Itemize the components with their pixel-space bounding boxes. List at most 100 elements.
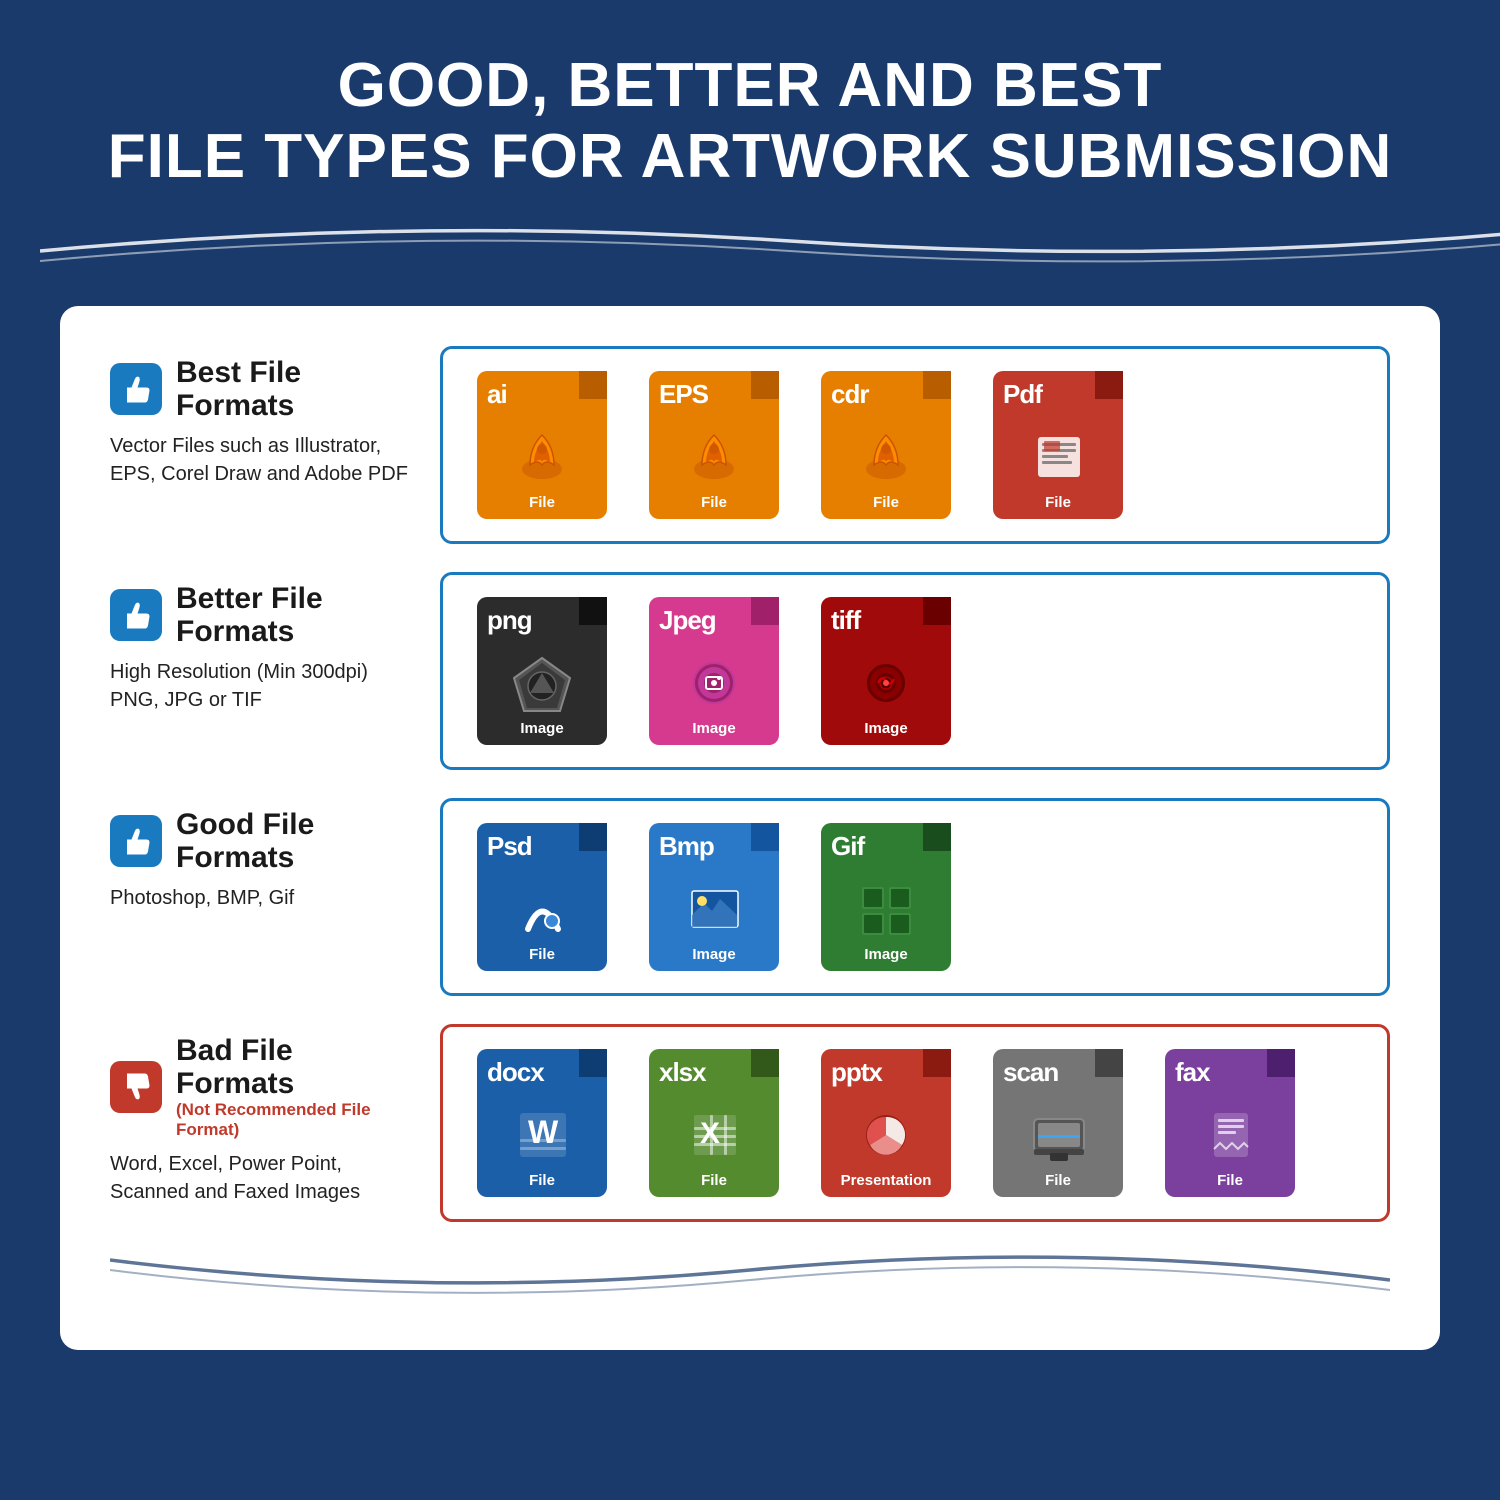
file-docx-shape: docx W File — [477, 1049, 607, 1197]
section-bad-label: Bad File Formats (Not Recommended File F… — [110, 1024, 440, 1222]
file-png-label: Image — [520, 720, 563, 737]
file-docx-label: File — [529, 1172, 555, 1189]
section-bad-titles: Bad File Formats (Not Recommended File F… — [176, 1034, 410, 1140]
section-good: Good File Formats Photoshop, BMP, Gif Ps… — [110, 798, 1390, 996]
file-scan-label: File — [1045, 1172, 1071, 1189]
file-cdr-label: File — [873, 494, 899, 511]
file-docx: docx W File — [467, 1049, 617, 1197]
file-docx-graphic: W — [507, 1103, 577, 1168]
file-cdr: cdr File — [811, 371, 961, 519]
file-psd-label: File — [529, 946, 555, 963]
file-tiff-ext: tiff — [831, 605, 860, 636]
file-xlsx-label: File — [701, 1172, 727, 1189]
section-better-label: Better File Formats High Resolution (Min… — [110, 572, 440, 770]
file-jpeg-shape: Jpeg Image — [649, 597, 779, 745]
file-jpeg-graphic — [679, 651, 749, 716]
section-good-desc: Photoshop, BMP, Gif — [110, 884, 410, 912]
file-pptx-graphic — [851, 1103, 921, 1168]
section-good-label: Good File Formats Photoshop, BMP, Gif — [110, 798, 440, 996]
file-jpeg: Jpeg Image — [639, 597, 789, 745]
section-bad: Bad File Formats (Not Recommended File F… — [110, 1024, 1390, 1222]
file-fax-shape: fax File — [1165, 1049, 1295, 1197]
file-ai-label: File — [529, 494, 555, 511]
file-fax-ext: fax — [1175, 1057, 1210, 1088]
file-pdf: Pdf File — [983, 371, 1133, 519]
section-good-title-row: Good File Formats — [110, 808, 410, 874]
file-fax: fax File — [1155, 1049, 1305, 1197]
file-psd: Psd File — [467, 823, 617, 971]
section-best-desc: Vector Files such as Illustrator,EPS, Co… — [110, 432, 410, 488]
file-png: png Image — [467, 597, 617, 745]
file-ai: ai File — [467, 371, 617, 519]
section-best: Best File Formats Vector Files such as I… — [110, 346, 1390, 544]
file-cdr-ext: cdr — [831, 379, 868, 410]
file-eps-graphic — [679, 425, 749, 490]
section-best-label: Best File Formats Vector Files such as I… — [110, 346, 440, 544]
file-fax-graphic — [1195, 1103, 1265, 1168]
file-png-graphic — [507, 651, 577, 716]
section-better-title-row: Better File Formats — [110, 582, 410, 648]
file-cdr-graphic — [851, 425, 921, 490]
file-pdf-shape: Pdf File — [993, 371, 1123, 519]
section-better: Better File Formats High Resolution (Min… — [110, 572, 1390, 770]
section-best-files: ai File — [440, 346, 1390, 544]
file-gif: Gif — [811, 823, 961, 971]
file-png-ext: png — [487, 605, 532, 636]
file-pptx-label: Presentation — [841, 1172, 932, 1189]
section-bad-subtitle: (Not Recommended File Format) — [176, 1100, 371, 1139]
file-tiff-label: Image — [864, 720, 907, 737]
file-pptx-ext: pptx — [831, 1057, 882, 1088]
file-eps: EPS File — [639, 371, 789, 519]
file-ai-ext: ai — [487, 379, 507, 410]
section-better-title: Better File Formats — [176, 582, 410, 648]
file-bmp-label: Image — [692, 946, 735, 963]
file-scan-ext: scan — [1003, 1057, 1058, 1088]
file-jpeg-ext: Jpeg — [659, 605, 716, 636]
file-pptx: pptx Presentation — [811, 1049, 961, 1197]
file-ai-graphic — [507, 425, 577, 490]
file-psd-graphic — [507, 877, 577, 942]
file-scan-graphic — [1023, 1103, 1093, 1168]
file-eps-label: File — [701, 494, 727, 511]
section-best-title: Best File Formats — [176, 356, 410, 422]
file-cdr-shape: cdr File — [821, 371, 951, 519]
file-eps-shape: EPS File — [649, 371, 779, 519]
thumbs-up-svg-good — [121, 826, 151, 856]
file-xlsx: xlsx X File — [639, 1049, 789, 1197]
file-pdf-label: File — [1045, 494, 1071, 511]
file-scan-shape: scan File — [993, 1049, 1123, 1197]
file-gif-label: Image — [864, 946, 907, 963]
content-area: Best File Formats Vector Files such as I… — [60, 306, 1440, 1350]
section-good-files: Psd File Bmp — [440, 798, 1390, 996]
file-docx-ext: docx — [487, 1057, 544, 1088]
header-swoosh — [40, 211, 1500, 266]
file-ai-shape: ai File — [477, 371, 607, 519]
file-jpeg-label: Image — [692, 720, 735, 737]
section-bad-desc: Word, Excel, Power Point,Scanned and Fax… — [110, 1150, 410, 1206]
file-xlsx-graphic: X — [679, 1103, 749, 1168]
file-png-shape: png Image — [477, 597, 607, 745]
page-title: GOOD, BETTER AND BEST FILE TYPES FOR ART… — [40, 50, 1460, 193]
header: GOOD, BETTER AND BEST FILE TYPES FOR ART… — [0, 0, 1500, 296]
file-scan: scan File — [983, 1049, 1133, 1197]
section-bad-files: docx W File — [440, 1024, 1390, 1222]
thumbs-up-svg-better — [121, 600, 151, 630]
file-xlsx-ext: xlsx — [659, 1057, 706, 1088]
file-pdf-graphic — [1023, 425, 1093, 490]
file-pdf-ext: Pdf — [1003, 379, 1042, 410]
thumbs-up-icon-best — [110, 363, 162, 415]
thumbs-up-icon-better — [110, 589, 162, 641]
thumbs-up-icon-good — [110, 815, 162, 867]
file-eps-ext: EPS — [659, 379, 708, 410]
section-good-title: Good File Formats — [176, 808, 410, 874]
section-better-desc: High Resolution (Min 300dpi)PNG, JPG or … — [110, 658, 410, 714]
file-tiff: tiff Image — [811, 597, 961, 745]
section-best-title-row: Best File Formats — [110, 356, 410, 422]
thumbs-down-svg-bad — [121, 1072, 151, 1102]
file-fax-label: File — [1217, 1172, 1243, 1189]
thumbs-down-icon-bad — [110, 1061, 162, 1113]
section-bad-title-row: Bad File Formats (Not Recommended File F… — [110, 1034, 410, 1140]
svg-text:W: W — [528, 1114, 559, 1150]
file-bmp-graphic — [679, 877, 749, 942]
file-pptx-shape: pptx Presentation — [821, 1049, 951, 1197]
